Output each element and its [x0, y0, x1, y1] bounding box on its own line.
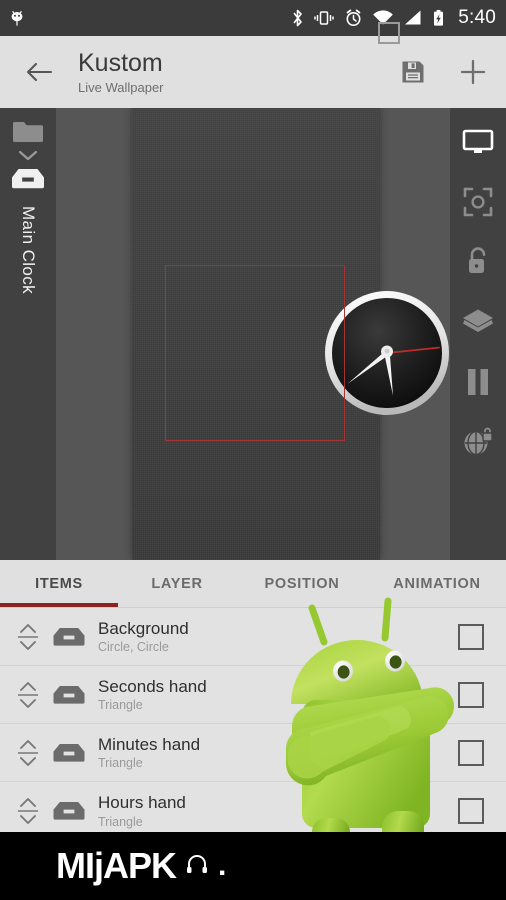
inbox-tray-icon	[46, 739, 92, 767]
item-title: Minutes hand	[98, 734, 201, 754]
row-text: Minutes hand Triangle	[98, 735, 458, 770]
unlock-icon[interactable]	[458, 242, 498, 282]
item-checkbox[interactable]	[458, 798, 484, 824]
inbox-tray-icon	[46, 623, 92, 651]
tab-items[interactable]: ITEMS	[0, 560, 118, 607]
item-title: Hours hand	[98, 793, 186, 813]
item-subtitle: Triangle	[98, 756, 143, 771]
tab-bar: ITEMS LAYER POSITION ANIMATION	[0, 560, 506, 608]
wallpaper-preview[interactable]: Main Clock	[0, 108, 506, 560]
inbox-tray-icon	[46, 681, 92, 709]
reorder-handle-icon[interactable]	[10, 678, 46, 712]
toolbar-titles: Kustom Live Wallpaper	[78, 48, 164, 95]
items-list: Background Circle, Circle Seconds hand T…	[0, 608, 506, 840]
selection-rectangle[interactable]	[165, 265, 345, 441]
table-row[interactable]: Background Circle, Circle	[0, 608, 506, 666]
status-bar: 5:40	[0, 0, 506, 36]
reorder-handle-icon[interactable]	[10, 620, 46, 654]
inbox-tray-icon	[46, 797, 92, 825]
bluetooth-icon	[291, 8, 304, 28]
tab-animation[interactable]: ANIMATION	[368, 560, 506, 607]
layers-icon[interactable]	[458, 302, 498, 342]
inbox-tray-icon[interactable]	[9, 164, 47, 194]
folder-icon[interactable]	[11, 118, 45, 146]
pause-icon[interactable]	[458, 362, 498, 402]
row-text: Hours hand Triangle	[98, 793, 458, 828]
reorder-handle-icon[interactable]	[10, 736, 46, 770]
globe-lock-icon[interactable]	[458, 422, 498, 462]
right-rail	[450, 108, 506, 560]
table-row[interactable]: Seconds hand Triangle	[0, 666, 506, 724]
watermark: MIjAPK .	[56, 844, 226, 888]
tab-layer[interactable]: LAYER	[118, 560, 236, 607]
alarm-icon	[344, 8, 363, 28]
app-toolbar: Kustom Live Wallpaper	[0, 36, 506, 108]
watermark-dot: .	[218, 849, 227, 882]
row-text: Seconds hand Triangle	[98, 677, 458, 712]
page-subtitle: Live Wallpaper	[78, 79, 164, 95]
item-checkbox[interactable]	[458, 623, 484, 650]
monitor-preview-icon[interactable]	[458, 122, 498, 162]
item-subtitle: Circle, Circle	[98, 640, 169, 655]
status-bar-clock: 5:40	[458, 7, 496, 28]
toolbar-actions	[396, 55, 490, 89]
page-title: Kustom	[78, 48, 163, 77]
chevron-down-icon[interactable]	[16, 148, 40, 162]
watermark-text: MIjAPK	[56, 845, 177, 886]
left-rail-label: Main Clock	[19, 206, 38, 295]
vibrate-icon	[313, 8, 335, 28]
navigation-bar: MIjAPK .	[0, 832, 506, 900]
reorder-handle-icon[interactable]	[10, 794, 46, 828]
item-subtitle: Triangle	[98, 814, 143, 829]
headset-icon	[184, 851, 210, 882]
left-rail: Main Clock	[0, 108, 56, 560]
android-head-icon	[8, 8, 26, 28]
add-button[interactable]	[456, 55, 490, 89]
signal-icon	[403, 8, 423, 28]
back-button[interactable]	[16, 49, 62, 95]
row-text: Background Circle, Circle	[98, 619, 458, 654]
save-button[interactable]	[396, 55, 430, 89]
recents-square-icon[interactable]	[378, 22, 400, 44]
battery-charging-icon	[432, 8, 445, 28]
app-root: 5:40 Kustom Live Wallpaper Main Clock IT…	[0, 0, 506, 900]
item-subtitle: Triangle	[98, 698, 143, 713]
table-row[interactable]: Minutes hand Triangle	[0, 724, 506, 782]
status-bar-notifications	[8, 8, 26, 28]
tab-position[interactable]: POSITION	[236, 560, 368, 607]
item-title: Seconds hand	[98, 676, 207, 696]
focus-crop-icon[interactable]	[458, 182, 498, 222]
item-checkbox[interactable]	[458, 739, 484, 766]
item-title: Background	[98, 618, 189, 638]
item-checkbox[interactable]	[458, 681, 484, 708]
